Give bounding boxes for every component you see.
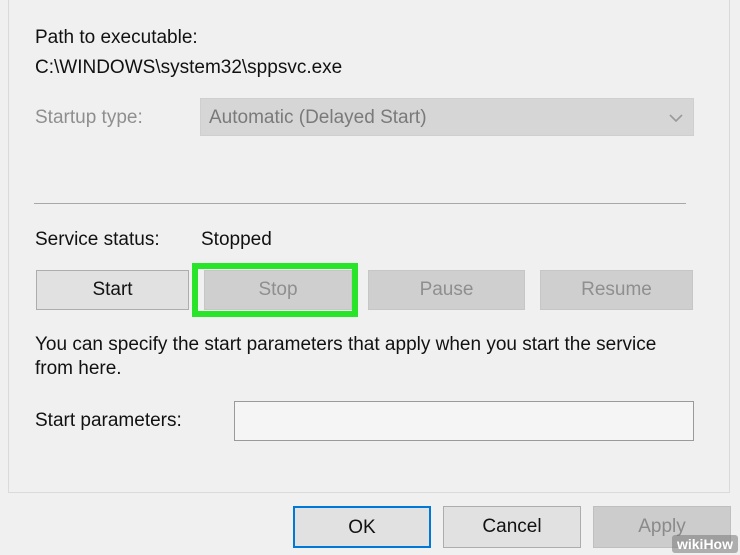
pause-button[interactable]: Pause	[368, 270, 525, 310]
resume-button[interactable]: Resume	[540, 270, 693, 310]
ok-button[interactable]: OK	[293, 506, 431, 548]
start-button[interactable]: Start	[36, 270, 189, 310]
path-to-executable-value: C:\WINDOWS\system32\sppsvc.exe	[35, 57, 343, 78]
service-status-value: Stopped	[201, 229, 272, 250]
chevron-down-icon	[669, 114, 683, 123]
startup-type-value: Automatic (Delayed Start)	[209, 107, 427, 128]
wikihow-watermark: wikiHow	[671, 535, 738, 553]
start-parameters-input[interactable]	[234, 401, 694, 441]
startup-type-label: Startup type:	[35, 107, 143, 128]
help-text-line-1: You can specify the start parameters tha…	[35, 334, 657, 355]
cancel-button[interactable]: Cancel	[443, 506, 581, 548]
start-parameters-label: Start parameters:	[35, 410, 182, 431]
stop-button-highlight	[192, 263, 358, 317]
help-text-line-2: from here.	[35, 358, 122, 379]
service-status-label: Service status:	[35, 229, 160, 250]
startup-type-dropdown[interactable]: Automatic (Delayed Start)	[200, 98, 694, 136]
separator	[34, 203, 686, 204]
path-to-executable-label: Path to executable:	[35, 27, 198, 48]
